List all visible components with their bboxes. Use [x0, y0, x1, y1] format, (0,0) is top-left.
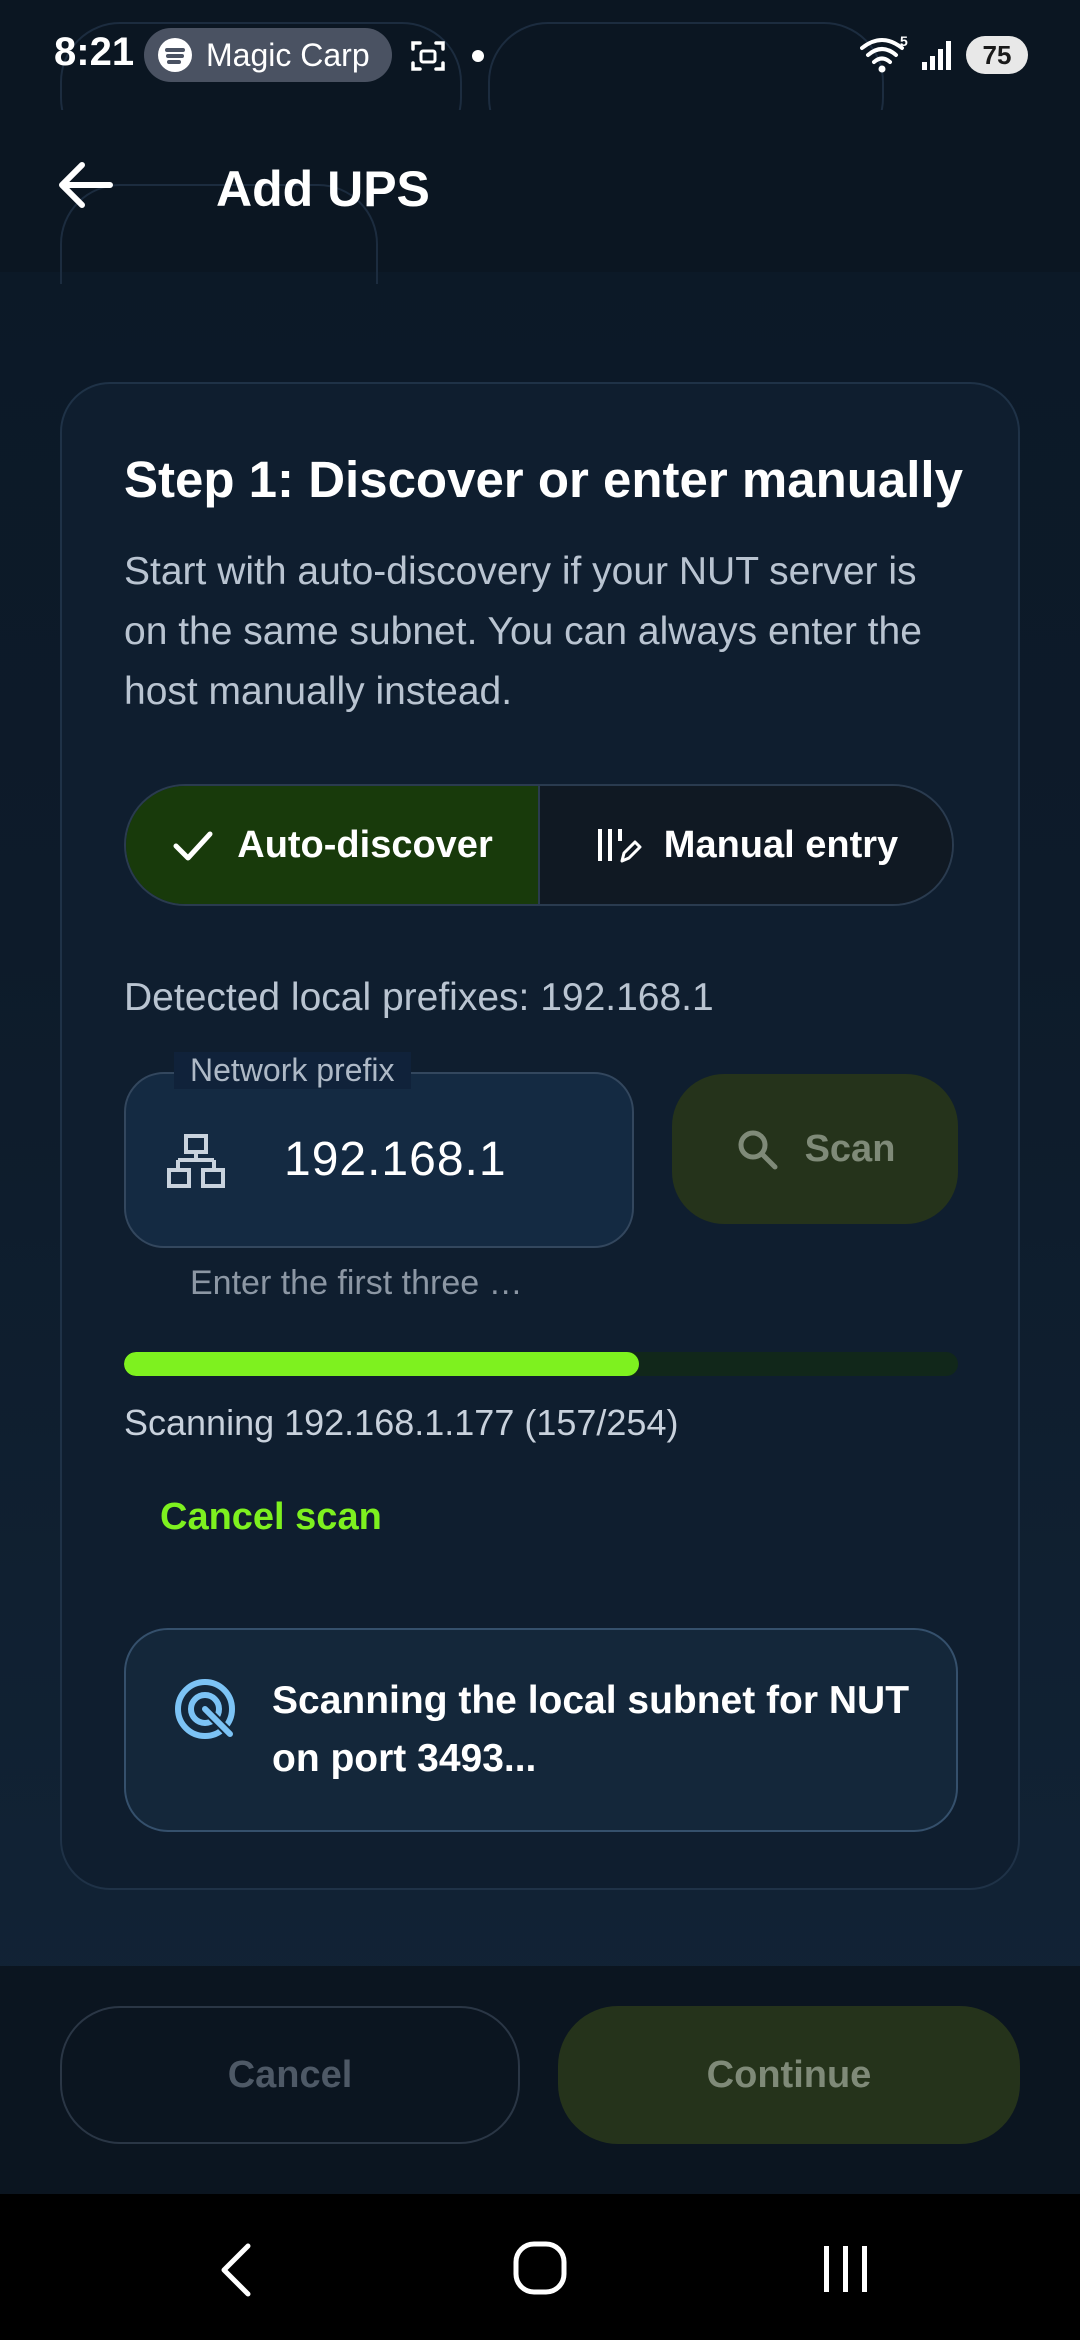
- manual-entry-segment[interactable]: Manual entry: [540, 786, 952, 904]
- media-chip[interactable]: Magic Carp: [144, 28, 392, 82]
- network-prefix-label: Network prefix: [174, 1052, 411, 1089]
- search-icon: [738, 1130, 778, 1170]
- scan-progress-fill: [124, 1352, 640, 1376]
- prefix-helper-text: Enter the first three …: [190, 1264, 523, 1302]
- media-chip-label: Magic Carp: [206, 36, 370, 73]
- radar-scan-icon: [175, 1679, 238, 1742]
- notification-dot-icon: [472, 50, 484, 62]
- wifi-badge: 5: [900, 34, 908, 49]
- arrow-left-icon[interactable]: [50, 150, 120, 220]
- spotify-icon: [158, 38, 192, 72]
- cancel-button[interactable]: Cancel: [60, 2006, 520, 2144]
- scan-button-label: Scan: [804, 1127, 896, 1170]
- system-nav-bar: [0, 2194, 1080, 2340]
- status-time: 8:21: [54, 30, 135, 74]
- battery-icon: 75: [966, 36, 1028, 74]
- network-prefix-field[interactable]: Network prefix 192.168.1: [124, 1052, 634, 1248]
- network-tree-icon: [167, 1134, 225, 1188]
- signal-icon: [922, 41, 951, 70]
- manual-entry-label: Manual entry: [663, 823, 899, 866]
- scanning-status: Scanning 192.168.1.177 (157/254): [124, 1402, 679, 1443]
- scan-progress-bar: [124, 1352, 958, 1376]
- edit-form-icon: [597, 829, 642, 863]
- continue-button[interactable]: Continue: [558, 2006, 1020, 2144]
- screenshot-icon: [411, 41, 445, 71]
- network-prefix-input[interactable]: 192.168.1: [284, 1132, 507, 1187]
- detected-prefixes: Detected local prefixes: 192.168.1: [124, 976, 714, 1019]
- bottom-action-bar: Cancel Continue: [0, 1966, 1080, 2194]
- nav-recents-icon[interactable]: [818, 2242, 874, 2296]
- auto-discover-segment[interactable]: Auto-discover: [126, 786, 540, 904]
- scan-button[interactable]: Scan: [672, 1074, 958, 1224]
- scan-info-message: Scanning the local subnet for NUT on por…: [272, 1679, 910, 1780]
- cancel-scan-button[interactable]: Cancel scan: [160, 1496, 382, 1539]
- status-bar: 8:21 Magic Carp 5 75: [0, 0, 1080, 158]
- check-icon: [173, 831, 213, 861]
- step-title: Step 1: Discover or enter manually: [124, 451, 963, 508]
- app-bar: Add UPS: [0, 110, 1080, 284]
- nav-back-icon[interactable]: [216, 2242, 256, 2298]
- page-title: Add UPS: [216, 161, 430, 217]
- scan-info-box: Scanning the local subnet for NUT on por…: [124, 1628, 958, 1832]
- mode-toggle: Auto-discover Manual entry: [124, 784, 954, 906]
- nav-home-icon[interactable]: [512, 2240, 568, 2296]
- auto-discover-label: Auto-discover: [237, 823, 493, 866]
- wifi-icon: 5: [860, 34, 908, 73]
- step-description: Start with auto-discovery if your NUT se…: [124, 550, 922, 713]
- discovery-card: Step 1: Discover or enter manually Start…: [60, 382, 1020, 1890]
